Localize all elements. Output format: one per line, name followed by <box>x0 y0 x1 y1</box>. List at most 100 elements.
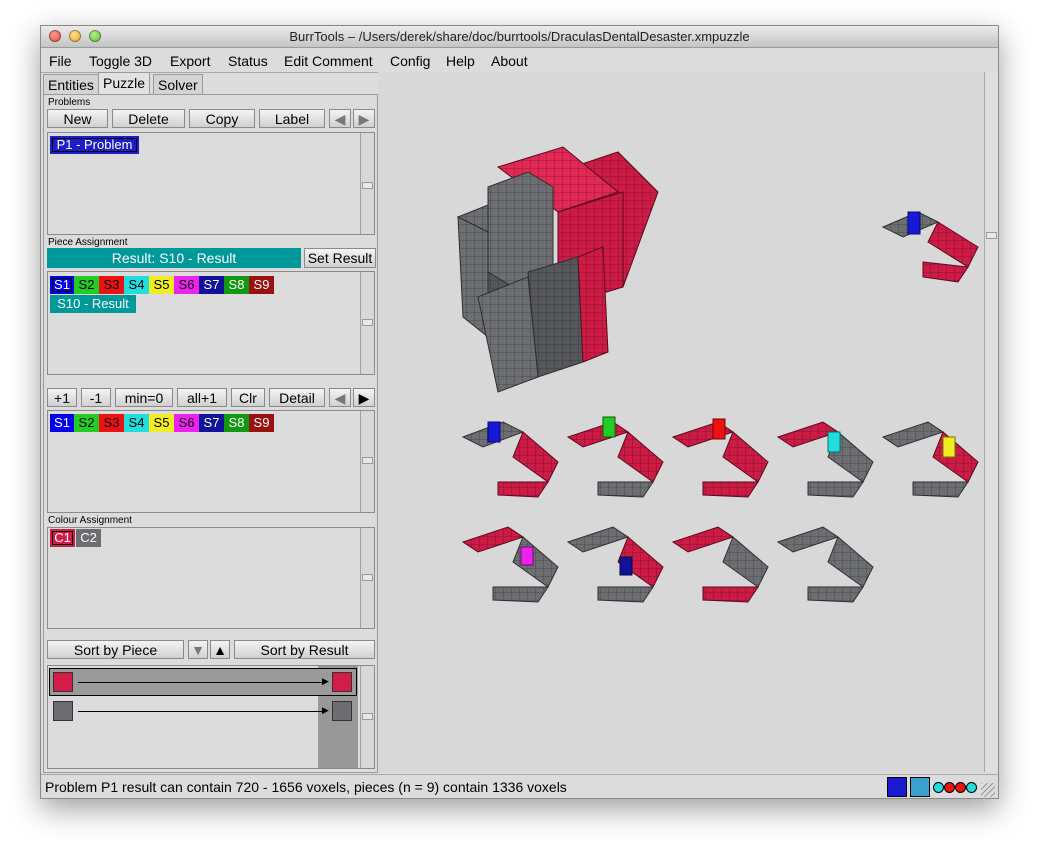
colour-assignment-heading: Colour Assignment <box>48 515 132 526</box>
shape-item-s1[interactable]: S1 <box>50 276 74 294</box>
piece-colour-c2-swatch <box>53 701 73 721</box>
arrow-head-icon: ▶ <box>322 705 329 715</box>
scrollbar-thumb[interactable] <box>362 457 373 464</box>
menu-about[interactable]: About <box>491 53 528 69</box>
result-colour-c2-swatch <box>332 701 352 721</box>
menu-help[interactable]: Help <box>446 53 475 69</box>
count-item-s7[interactable]: S7 <box>199 414 224 432</box>
shape-item-s9[interactable]: S9 <box>249 276 274 294</box>
view-mode-icon[interactable] <box>887 777 907 797</box>
colour-item-c2[interactable]: C2 <box>76 529 101 547</box>
piece-assignment-heading: Piece Assignment <box>48 237 128 248</box>
shape-item-s8[interactable]: S8 <box>224 276 249 294</box>
menu-edit-comment[interactable]: Edit Comment <box>284 53 373 69</box>
count-item-s2[interactable]: S2 <box>74 414 99 432</box>
count-item-s9[interactable]: S9 <box>249 414 274 432</box>
piece-count-list: S1 S2 S3 S4 S5 S6 S7 S8 S9 <box>47 410 375 513</box>
title-bar[interactable]: BurrTools – /Users/derek/share/doc/burrt… <box>41 26 998 48</box>
piece-s1-render <box>881 211 979 283</box>
constraint-arrow-line <box>78 711 325 712</box>
shape-item-s6[interactable]: S6 <box>174 276 199 294</box>
grid-mode-icon[interactable] <box>910 777 930 797</box>
delete-problem-button[interactable]: Delete <box>112 109 185 128</box>
clear-button[interactable]: Clr <box>231 388 265 407</box>
scrollbar-thumb[interactable] <box>986 232 997 239</box>
move-left-icon[interactable]: ◀ <box>329 109 351 128</box>
colour-scrollbar[interactable] <box>360 528 374 628</box>
sort-by-result-button[interactable]: Sort by Result <box>234 640 375 659</box>
piece-s2-small <box>566 416 664 498</box>
voxel-render[interactable] <box>378 72 984 772</box>
result-shape-item[interactable]: S10 - Result <box>50 295 136 313</box>
scrollbar-thumb[interactable] <box>362 713 373 720</box>
menu-export[interactable]: Export <box>170 53 210 69</box>
label-problem-button[interactable]: Label <box>259 109 325 128</box>
colour-constraints-panel: ▶ ▶ <box>47 665 375 769</box>
piece-s9-small <box>776 526 874 603</box>
plus-one-button[interactable]: +1 <box>47 388 77 407</box>
min-zero-button[interactable]: min=0 <box>115 388 173 407</box>
sort-by-piece-button[interactable]: Sort by Piece <box>47 640 184 659</box>
menu-bar: File Toggle 3D Export Status Edit Commen… <box>41 48 998 73</box>
shape-item-s2[interactable]: S2 <box>74 276 99 294</box>
menu-status[interactable]: Status <box>228 53 268 69</box>
piece-s5-small <box>881 421 979 498</box>
tab-solver[interactable]: Solver <box>153 74 203 95</box>
tab-entities[interactable]: Entities <box>43 74 99 95</box>
count-item-s4[interactable]: S4 <box>124 414 149 432</box>
puzzle-panel: Problems New Delete Copy Label ◀ ▶ P1 - … <box>43 94 378 773</box>
piece-s4-small <box>776 421 874 498</box>
shape-item-s5[interactable]: S5 <box>149 276 174 294</box>
move-right-icon[interactable]: ▶ <box>353 109 375 128</box>
arrow-head-icon: ▶ <box>322 676 329 686</box>
shape-item-s4[interactable]: S4 <box>124 276 149 294</box>
viewport-scrollbar[interactable] <box>984 72 998 772</box>
menu-toggle-3d[interactable]: Toggle 3D <box>89 53 152 69</box>
count-item-s6[interactable]: S6 <box>174 414 199 432</box>
scrollbar-thumb[interactable] <box>362 574 373 581</box>
colour-list: C1 C2 <box>47 527 375 629</box>
shape-item-s7[interactable]: S7 <box>199 276 224 294</box>
problem-item[interactable]: P1 - Problem <box>50 136 139 154</box>
piece-s3-small <box>671 418 769 498</box>
scrollbar-thumb[interactable] <box>362 319 373 326</box>
shapes-scrollbar[interactable] <box>360 272 374 374</box>
count-item-s5[interactable]: S5 <box>149 414 174 432</box>
scrollbar-thumb[interactable] <box>362 182 373 189</box>
arrow-right-icon[interactable]: ▶ <box>353 388 375 407</box>
tab-puzzle[interactable]: Puzzle <box>98 72 151 95</box>
problems-heading: Problems <box>48 97 91 108</box>
detail-button[interactable]: Detail <box>269 388 325 407</box>
piece-s6-small <box>461 526 559 603</box>
count-item-s8[interactable]: S8 <box>224 414 249 432</box>
menu-config[interactable]: Config <box>390 53 430 69</box>
colour-item-c1[interactable]: C1 <box>50 529 75 547</box>
copy-problem-button[interactable]: Copy <box>189 109 255 128</box>
problems-scrollbar[interactable] <box>360 133 374 234</box>
main-window: BurrTools – /Users/derek/share/doc/burrt… <box>40 25 999 799</box>
piece-colour-c1-swatch <box>53 672 73 692</box>
status-text: Problem P1 result can contain 720 - 1656… <box>45 779 567 795</box>
arrow-left-icon[interactable]: ◀ <box>329 388 351 407</box>
count-scrollbar[interactable] <box>360 411 374 512</box>
problems-list: P1 - Problem <box>47 132 375 235</box>
minus-one-button[interactable]: -1 <box>81 388 111 407</box>
assembled-result-shape <box>456 146 659 393</box>
all-plus-one-button[interactable]: all+1 <box>177 388 227 407</box>
resize-grip-icon[interactable] <box>981 783 995 797</box>
shape-item-s3[interactable]: S3 <box>99 276 124 294</box>
result-label: Result: S10 - Result <box>47 248 301 268</box>
3d-viewport[interactable] <box>378 72 984 772</box>
arrow-down-icon[interactable]: ▼ <box>188 640 208 659</box>
count-item-s3[interactable]: S3 <box>99 414 124 432</box>
constraints-scrollbar[interactable] <box>360 666 374 768</box>
colour-mode-icon[interactable] <box>933 782 977 793</box>
piece-s7-small <box>566 526 664 603</box>
window-title: BurrTools – /Users/derek/share/doc/burrt… <box>289 29 750 44</box>
count-item-s1[interactable]: S1 <box>50 414 74 432</box>
set-result-button[interactable]: Set Result <box>304 248 376 268</box>
menu-file[interactable]: File <box>49 53 72 69</box>
piece-s8-small <box>671 526 769 603</box>
new-problem-button[interactable]: New <box>47 109 108 128</box>
arrow-up-icon[interactable]: ▲ <box>210 640 230 659</box>
